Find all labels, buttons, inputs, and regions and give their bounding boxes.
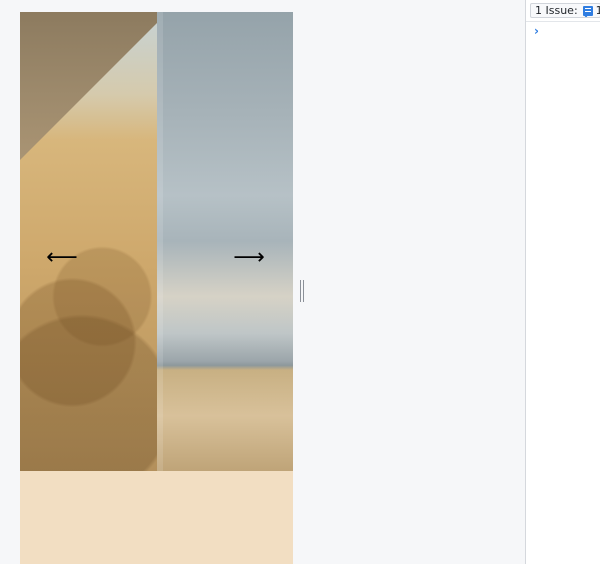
page-preview: ⟵ ⟶ [20,12,293,564]
next-arrow-icon[interactable]: ⟶ [231,247,267,269]
issues-count: 1 [596,4,600,17]
issues-label: 1 Issue: [535,4,578,17]
resize-handle-icon [303,280,304,302]
console-prompt-icon[interactable]: › [534,25,539,37]
right-image-panel [157,12,293,471]
issues-toolbar: 1 Issue: 1 [526,0,600,22]
devtools-panel: 1 Issue: 1 › [525,0,600,564]
previous-arrow-icon[interactable]: ⟵ [44,247,80,269]
issues-icon [582,5,593,17]
issues-button[interactable]: 1 Issue: 1 [530,3,600,18]
resize-handle-icon [300,280,301,302]
resize-handle[interactable] [297,280,307,302]
image-gallery: ⟵ ⟶ [20,12,293,471]
